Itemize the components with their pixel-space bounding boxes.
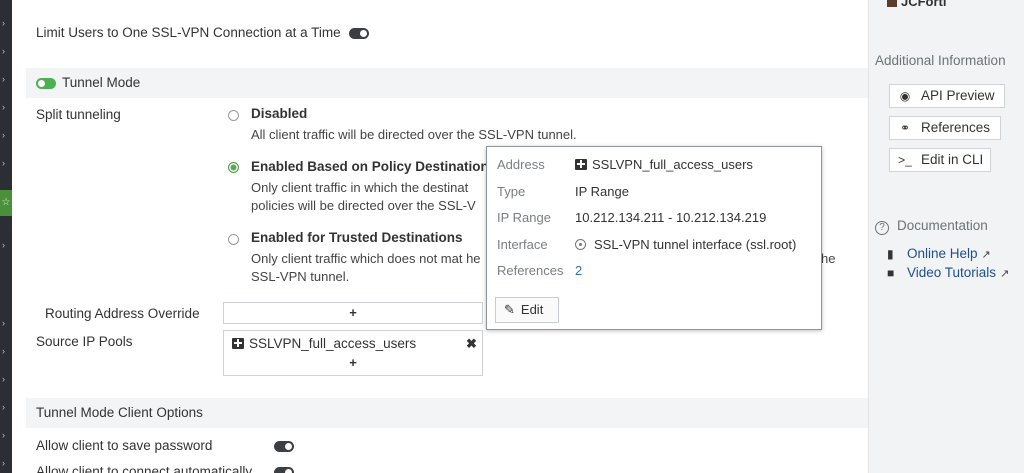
popup-type-value: IP Range bbox=[575, 184, 629, 199]
popup-interface-text: SSL-VPN tunnel interface (ssl.root) bbox=[594, 237, 797, 252]
chevron-right-icon[interactable]: › bbox=[2, 402, 10, 412]
routing-override-label: Routing Address Override bbox=[45, 306, 200, 321]
side-panel: JCForti Additional Information ◉ API Prev… bbox=[868, 0, 1024, 473]
left-nav: › › › › › › ☆ › › › › › › › bbox=[0, 0, 12, 473]
add-source-ip-pool-button[interactable]: + bbox=[224, 355, 482, 370]
chevron-right-icon[interactable]: › bbox=[2, 458, 10, 468]
popup-references-key: References bbox=[497, 263, 564, 278]
source-ip-pool-value: SSLVPN_full_access_users bbox=[249, 336, 417, 351]
tunnel-mode-toggle[interactable] bbox=[36, 78, 56, 89]
api-preview-button[interactable]: ◉ API Preview bbox=[889, 84, 1005, 108]
documentation-heading: ? Documentation bbox=[875, 218, 988, 235]
tunnel-mode-bar bbox=[26, 68, 868, 98]
online-help-label: Online Help bbox=[907, 246, 978, 261]
link-icon: ⚭ bbox=[899, 121, 911, 135]
pencil-icon: ✎ bbox=[504, 302, 515, 317]
split-policy-destination-radio[interactable] bbox=[228, 162, 239, 173]
popup-type-key: Type bbox=[497, 184, 526, 199]
chevron-right-icon[interactable]: › bbox=[2, 18, 10, 28]
chevron-right-icon[interactable]: › bbox=[2, 430, 10, 440]
split-tunneling-label: Split tunneling bbox=[36, 107, 121, 122]
source-ip-pools-field[interactable]: SSLVPN_full_access_users ✖ + bbox=[223, 330, 483, 376]
chevron-right-icon[interactable]: › bbox=[2, 158, 10, 168]
documentation-heading-text: Documentation bbox=[897, 218, 988, 233]
popup-interface-value: SSL-VPN tunnel interface (ssl.root) bbox=[575, 237, 796, 252]
chevron-right-icon[interactable]: › bbox=[2, 374, 10, 384]
popup-address-key: Address bbox=[497, 157, 545, 172]
split-trusted-destinations-label[interactable]: Enabled for Trusted Destinations bbox=[251, 230, 463, 245]
help-circle-icon: ? bbox=[875, 221, 889, 235]
split-trusted-destinations-desc: Only client traffic which does not mat h… bbox=[251, 251, 481, 284]
video-tutorials-label: Video Tutorials bbox=[907, 265, 997, 280]
limit-users-label: Limit Users to One SSL-VPN Connection at… bbox=[36, 25, 341, 40]
chevron-right-icon[interactable]: › bbox=[2, 318, 10, 328]
tunnel-mode-label: Tunnel Mode bbox=[62, 75, 141, 90]
remove-pool-icon[interactable]: ✖ bbox=[466, 336, 477, 352]
chevron-right-icon[interactable]: › bbox=[2, 46, 10, 56]
video-tutorials-link[interactable]: ■ Video Tutorials ↗ bbox=[887, 265, 1009, 280]
source-ip-pools-label: Source IP Pools bbox=[36, 334, 133, 349]
eye-icon: ◉ bbox=[899, 89, 911, 103]
source-ip-pool-entry[interactable]: SSLVPN_full_access_users bbox=[232, 336, 416, 351]
book-icon: ▮ bbox=[887, 247, 894, 261]
add-routing-address-button[interactable]: + bbox=[224, 303, 482, 323]
popup-ip-range-key: IP Range bbox=[497, 210, 551, 225]
references-button[interactable]: ⚭ References bbox=[889, 116, 1001, 140]
address-object-icon bbox=[232, 338, 244, 349]
split-policy-destination-label[interactable]: Enabled Based on Policy Destination bbox=[251, 159, 489, 174]
edit-in-cli-button[interactable]: >_ Edit in CLI bbox=[889, 148, 991, 172]
tunnel-interface-icon bbox=[575, 239, 586, 250]
edit-in-cli-label: Edit in CLI bbox=[921, 152, 984, 167]
api-preview-label: API Preview bbox=[921, 88, 995, 103]
auto-connect-toggle[interactable] bbox=[274, 467, 294, 473]
external-link-icon: ↗ bbox=[1000, 268, 1010, 280]
references-label: References bbox=[921, 120, 991, 135]
external-link-icon: ↗ bbox=[981, 249, 991, 261]
save-password-label: Allow client to save password bbox=[36, 438, 213, 453]
favorite-star-icon[interactable]: ☆ bbox=[0, 190, 12, 216]
additional-info-heading: Additional Information bbox=[875, 53, 1006, 68]
auto-connect-label: Allow client to connect automatically bbox=[36, 464, 253, 473]
chevron-right-icon[interactable]: › bbox=[2, 130, 10, 140]
chevron-right-icon[interactable]: › bbox=[2, 346, 10, 356]
user-name: JCForti bbox=[887, 0, 947, 9]
split-disabled-desc: All client traffic will be directed over… bbox=[251, 127, 577, 142]
split-disabled-radio[interactable] bbox=[228, 110, 239, 121]
user-badge-icon bbox=[887, 0, 897, 7]
chevron-right-icon[interactable]: › bbox=[2, 102, 10, 112]
online-help-link[interactable]: ▮ Online Help ↗ bbox=[887, 246, 991, 261]
address-object-icon bbox=[575, 159, 587, 170]
terminal-icon: >_ bbox=[898, 153, 912, 167]
popup-edit-label: Edit bbox=[520, 302, 544, 317]
popup-address-value: SSLVPN_full_access_users bbox=[575, 157, 753, 172]
chevron-right-icon[interactable]: › bbox=[2, 240, 10, 250]
split-disabled-label[interactable]: Disabled bbox=[251, 106, 307, 121]
split-trusted-destinations-radio[interactable] bbox=[228, 234, 239, 245]
popup-edit-button[interactable]: ✎ Edit bbox=[495, 297, 559, 323]
address-info-popup: Address SSLVPN_full_access_users Type IP… bbox=[486, 146, 822, 330]
save-password-toggle[interactable] bbox=[274, 441, 294, 452]
popup-interface-key: Interface bbox=[497, 237, 548, 252]
split-trusted-destinations-desc-tail: he bbox=[821, 251, 836, 266]
popup-references-link[interactable]: 2 bbox=[575, 263, 582, 278]
video-icon: ■ bbox=[887, 266, 895, 280]
routing-override-field[interactable]: + bbox=[223, 302, 483, 324]
split-policy-destination-desc: Only client traffic in which the destina… bbox=[251, 180, 476, 213]
popup-address-text: SSLVPN_full_access_users bbox=[592, 157, 753, 172]
popup-ip-range-value: 10.212.134.211 - 10.212.134.219 bbox=[575, 210, 767, 225]
user-name-text: JCForti bbox=[901, 0, 947, 9]
chevron-right-icon[interactable]: › bbox=[2, 74, 10, 84]
client-options-heading: Tunnel Mode Client Options bbox=[36, 405, 203, 420]
limit-users-toggle[interactable] bbox=[349, 28, 369, 39]
